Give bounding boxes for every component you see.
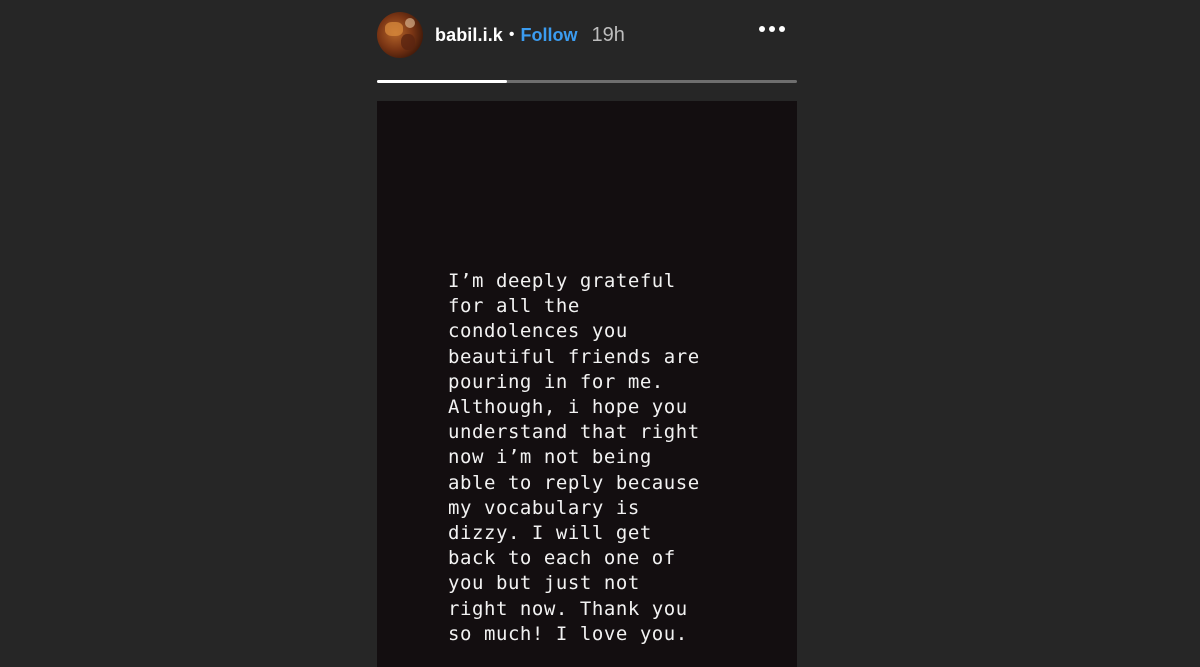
follow-button[interactable]: Follow [521,25,578,46]
username[interactable]: babil.i.k [435,25,503,46]
story-viewer: babil.i.k • Follow 19h I’m deeply gratef… [0,0,1200,667]
story-progress-fill [377,80,508,83]
avatar-detail [385,22,403,36]
separator-dot: • [508,26,515,43]
more-dot [769,26,775,32]
story-media[interactable]: I’m deeply grateful for all the condolen… [377,101,797,667]
story-header: babil.i.k • Follow 19h [377,10,797,60]
more-dot [779,26,785,32]
avatar[interactable] [377,12,423,58]
avatar-detail [405,18,415,28]
story-timestamp: 19h [591,23,625,46]
more-dot [759,26,765,32]
more-options-icon[interactable] [759,26,785,32]
avatar-detail [401,34,415,50]
story-message: I’m deeply grateful for all the condolen… [448,270,700,645]
story-progress-bar [377,80,797,83]
